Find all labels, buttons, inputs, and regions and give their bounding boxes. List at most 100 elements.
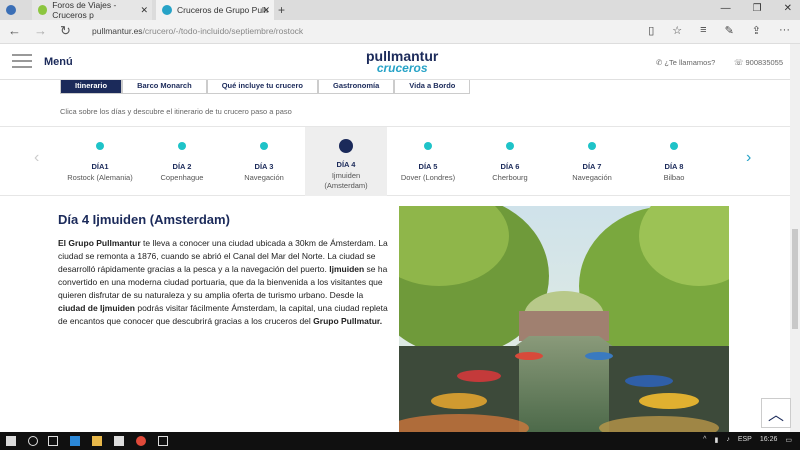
- window-controls: — ❐ ✕: [721, 3, 792, 14]
- forward-icon[interactable]: →: [34, 23, 47, 38]
- reading-view-icon[interactable]: ▯: [648, 24, 654, 37]
- page-scrollbar[interactable]: [790, 44, 800, 432]
- web-note-icon[interactable]: ✎: [725, 24, 734, 37]
- windows-taskbar: ^ ▮ ♪ ESP 16:26 ▭: [0, 432, 800, 450]
- notifications-icon[interactable]: ▭: [785, 436, 792, 444]
- cortana-icon[interactable]: [28, 436, 38, 446]
- chevron-left-icon[interactable]: ‹: [34, 149, 39, 167]
- day-item[interactable]: DÍA1 Rostock (Alemania): [59, 127, 141, 196]
- day-dot: [339, 139, 353, 153]
- tab-que-incluye[interactable]: Qué incluye tu crucero: [206, 80, 318, 94]
- day-dot: [588, 142, 596, 150]
- day-dot: [178, 142, 186, 150]
- refresh-icon[interactable]: ↻: [60, 23, 71, 39]
- windows-start-icon[interactable]: [6, 436, 16, 446]
- hub-icon[interactable]: ≡: [700, 24, 706, 37]
- phone-icon: ☏: [734, 58, 744, 67]
- browser-tab-foros[interactable]: Foros de Viajes - Cruceros p ✕: [32, 0, 152, 20]
- phone-number: 900835055: [745, 58, 784, 67]
- mail-icon[interactable]: [158, 436, 168, 446]
- clock[interactable]: 16:26: [760, 436, 778, 444]
- day-label: DÍA 6: [500, 162, 520, 171]
- close-window-icon[interactable]: ✕: [784, 3, 792, 14]
- day-dot: [670, 142, 678, 150]
- share-icon[interactable]: ⇪: [752, 24, 761, 37]
- day-place: Cherbourg: [492, 173, 528, 182]
- edge-taskbar-icon[interactable]: [70, 436, 80, 446]
- new-tab-icon[interactable]: +: [278, 3, 285, 17]
- day-title: Día 4 Ijmuiden (Amsterdam): [58, 212, 230, 227]
- text-bold: ciudad de Ijmuiden: [58, 303, 135, 313]
- more-icon[interactable]: ···: [779, 24, 790, 37]
- chevron-up-icon: ︿: [767, 407, 784, 424]
- menu-label[interactable]: Menú: [44, 56, 73, 68]
- day-place: Navegación: [244, 173, 284, 182]
- tab-barco-monarch[interactable]: Barco Monarch: [122, 80, 207, 94]
- favorite-star-icon[interactable]: ☆: [672, 24, 682, 37]
- file-explorer-icon[interactable]: [92, 436, 102, 446]
- day-item[interactable]: DÍA 6 Cherbourg: [469, 127, 551, 196]
- scroll-to-top-button[interactable]: ︿: [761, 398, 791, 428]
- url-domain: pullmantur.es: [92, 26, 143, 36]
- system-tray: ^ ▮ ♪ ESP 16:26 ▭: [703, 436, 792, 444]
- day-place: Bilbao: [663, 173, 685, 182]
- browser-tab-pullmantur[interactable]: Cruceros de Grupo Pullı ✕: [156, 0, 274, 20]
- day-item[interactable]: DÍA 3 Navegación: [223, 127, 305, 196]
- day-dot: [260, 142, 268, 150]
- day-item[interactable]: DÍA 2 Copenhague: [141, 127, 223, 196]
- scrollbar-thumb[interactable]: [792, 229, 798, 329]
- pullmantur-logo[interactable]: pullmantur cruceros: [366, 49, 438, 75]
- close-tab-icon[interactable]: ✕: [140, 5, 148, 16]
- day-item[interactable]: DÍA 8 Bilbao: [633, 127, 715, 196]
- text-bold: Ijmuiden: [329, 264, 365, 274]
- browser-tab-pinned[interactable]: [0, 0, 30, 20]
- day-item[interactable]: DÍA 7 Navegación: [551, 127, 633, 196]
- tab-label: Foros de Viajes - Cruceros p: [52, 0, 117, 20]
- day-place: Ijmuiden (Amsterdam): [324, 171, 368, 190]
- tab-itinerario[interactable]: Itinerario: [60, 80, 123, 94]
- day-text: El Grupo Pullmantur te lleva a conocer u…: [58, 237, 388, 328]
- maximize-icon[interactable]: ❐: [753, 3, 762, 14]
- call-label: ¿Te llamamos?: [664, 58, 716, 67]
- store-icon[interactable]: [114, 436, 124, 446]
- day-selector: ‹ DÍA1 Rostock (Alemania) DÍA 2 Copenhag…: [0, 126, 790, 196]
- chrome-icon[interactable]: [136, 436, 146, 446]
- task-view-icon[interactable]: [48, 436, 58, 446]
- tab-gastronomia[interactable]: Gastronomía: [317, 80, 395, 94]
- logo-bottom-text: cruceros: [376, 61, 428, 75]
- input-language[interactable]: ESP: [738, 436, 752, 444]
- call-back-link[interactable]: ✆ ¿Te llamamos?: [656, 58, 715, 67]
- tray-up-icon[interactable]: ^: [703, 436, 706, 444]
- day-item-selected[interactable]: DÍA 4 Ijmuiden (Amsterdam): [305, 127, 387, 196]
- tab-vida-a-bordo[interactable]: Vida a Bordo: [394, 80, 471, 94]
- minimize-icon[interactable]: —: [721, 3, 731, 14]
- day-place: Dover (Londres): [400, 173, 456, 182]
- address-bar: ← → ↻ pullmantur.es/crucero/-/todo-inclu…: [0, 20, 800, 44]
- phone-callback-icon: ✆: [656, 58, 663, 67]
- day-label: DÍA 4: [336, 160, 356, 169]
- close-tab-icon[interactable]: ✕: [262, 5, 270, 16]
- phone-link[interactable]: ☏ 900835055: [734, 58, 783, 67]
- itinerary-hint: Clica sobre los días y descubre el itine…: [60, 107, 292, 116]
- day-place: Navegación: [572, 173, 612, 182]
- day-label: DÍA 3: [254, 162, 274, 171]
- day-dot: [96, 142, 104, 150]
- day-description: Día 4 Ijmuiden (Amsterdam) El Grupo Pull…: [58, 212, 388, 328]
- cruise-info-tabs: Itinerario Barco Monarch Qué incluye tu …: [60, 80, 471, 94]
- hamburger-menu-icon[interactable]: [12, 54, 32, 72]
- volume-icon[interactable]: ♪: [726, 436, 730, 444]
- text-bold: Grupo Pullmatur.: [313, 316, 383, 326]
- tab-label: Cruceros de Grupo Pullı: [177, 5, 269, 15]
- site-favicon-icon: [38, 5, 48, 15]
- site-header: Menú pullmantur cruceros ✆ ¿Te llamamos?…: [0, 44, 790, 80]
- back-icon[interactable]: ←: [8, 23, 21, 38]
- url-field[interactable]: pullmantur.es/crucero/-/todo-incluido/se…: [92, 26, 303, 36]
- day-place: Rostock (Alemania): [67, 173, 133, 182]
- text-bold: El Grupo Pullmantur: [58, 238, 141, 248]
- canal-image: [399, 206, 729, 432]
- chevron-right-icon[interactable]: ›: [746, 149, 751, 167]
- day-item[interactable]: DÍA 5 Dover (Londres): [387, 127, 469, 196]
- day-place: Copenhague: [160, 173, 204, 182]
- network-icon[interactable]: ▮: [714, 436, 718, 444]
- pullmantur-favicon-icon: [162, 5, 172, 15]
